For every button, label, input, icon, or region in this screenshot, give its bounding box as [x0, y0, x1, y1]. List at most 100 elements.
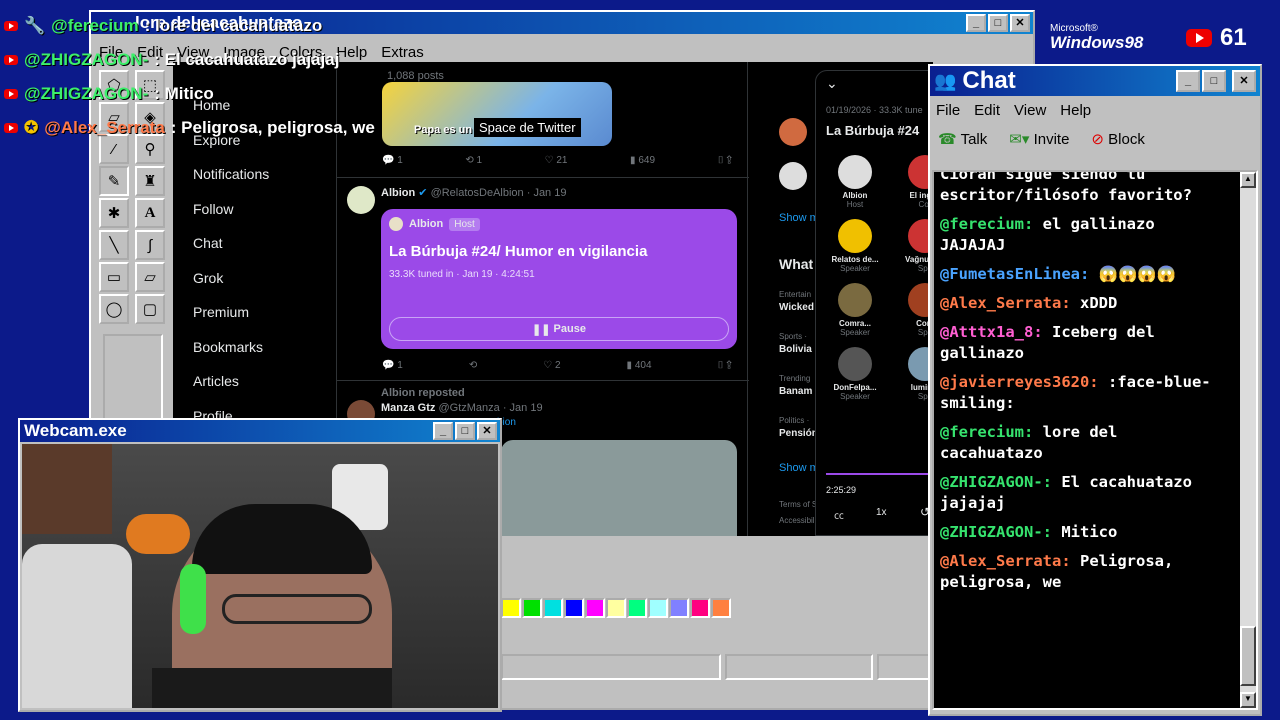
nav-grok[interactable]: Grok — [193, 261, 333, 296]
rectangle-icon[interactable]: ▭ — [99, 262, 129, 292]
minimize-button[interactable]: _ — [433, 422, 453, 440]
chat-user[interactable]: @ZHIGZAGON-: — [940, 523, 1052, 541]
chat-messages: Cioran sigue siendo tu escritor/filósofo… — [940, 172, 1228, 601]
speaker[interactable]: DonFelpa... Speaker — [820, 347, 890, 401]
speaker[interactable]: Vağnune...Spe — [890, 219, 932, 273]
chat-user[interactable]: @ZHIGZAGON-: — [940, 473, 1052, 491]
post-image[interactable]: Papa es un Space de Twitter — [382, 82, 612, 146]
line-icon[interactable]: ╲ — [99, 230, 129, 260]
rounded-rect-icon[interactable]: ▢ — [135, 294, 165, 324]
palette-color[interactable] — [648, 598, 668, 618]
nav-bookmarks[interactable]: Bookmarks — [193, 330, 333, 365]
chat-user[interactable]: @FumetasEnLinea: — [940, 265, 1089, 283]
speaker[interactable]: Com Spe — [890, 283, 932, 337]
post-image-2[interactable] — [501, 440, 737, 536]
speaker[interactable]: Albion Host — [820, 155, 890, 209]
minimize-button[interactable]: _ — [966, 14, 986, 32]
maximize-button[interactable]: □ — [455, 422, 475, 440]
menu-extras[interactable]: Extras — [381, 44, 424, 61]
chat-user[interactable]: @javierreyes3620: — [940, 373, 1099, 391]
avatar[interactable] — [347, 186, 375, 214]
scrollbar[interactable]: ▲ ▼ — [1240, 172, 1256, 708]
palette-color[interactable] — [543, 598, 563, 618]
palette-color[interactable] — [711, 598, 731, 618]
speaker[interactable]: Relatos de... Speaker — [820, 219, 890, 273]
overlay-text: : Peligrosa, peligrosa, we — [170, 118, 375, 137]
views-count-2[interactable]: ▮ 404 — [627, 360, 652, 371]
trend-name[interactable]: Pensión — [779, 428, 818, 439]
like-count[interactable]: ♡ 21 — [545, 155, 568, 166]
magnifier-icon[interactable]: ⚲ — [135, 134, 165, 164]
brush-icon[interactable]: ♜ — [135, 166, 165, 196]
palette-color[interactable] — [522, 598, 542, 618]
speed-button[interactable]: 1x — [876, 507, 887, 518]
nav-chat[interactable]: Chat — [193, 226, 333, 261]
palette-color[interactable] — [690, 598, 710, 618]
close-button[interactable]: ✕ — [1232, 70, 1256, 92]
chevron-down-icon[interactable]: ⌄ — [826, 75, 838, 92]
nav-articles[interactable]: Articles — [193, 364, 333, 399]
terms-link[interactable]: Terms of S — [779, 500, 817, 509]
pause-button[interactable]: ❚❚ Pause — [389, 317, 729, 341]
palette-color[interactable] — [606, 598, 626, 618]
chat-menu-file[interactable]: File — [936, 102, 960, 119]
menu-help[interactable]: Help — [336, 44, 367, 61]
chat-menu-view[interactable]: View — [1014, 102, 1046, 119]
curve-icon[interactable]: ∫ — [135, 230, 165, 260]
speaker[interactable]: Comra... Speaker — [820, 283, 890, 337]
talk-button[interactable]: ☎ Talk — [938, 130, 987, 148]
reply-count[interactable]: 💬 1 — [382, 155, 403, 166]
nav-premium[interactable]: Premium — [193, 295, 333, 330]
show-more-link-2[interactable]: Show m — [779, 462, 819, 474]
palette-color[interactable] — [585, 598, 605, 618]
chat-menu-edit[interactable]: Edit — [974, 102, 1000, 119]
speaker[interactable]: El ingenCo- — [890, 155, 932, 209]
nav-follow[interactable]: Follow — [193, 192, 333, 227]
ellipse-icon[interactable]: ◯ — [99, 294, 129, 324]
close-button[interactable]: ✕ — [477, 422, 497, 440]
bookmark-icon[interactable]: ⌷ ⇪ — [718, 155, 732, 166]
repost-count[interactable]: ⟲ 1 — [465, 155, 482, 166]
chat-user[interactable]: @ferecium: — [940, 423, 1033, 441]
like-count-2[interactable]: ♡ 2 — [543, 360, 560, 371]
trend-name[interactable]: Wicked — [779, 302, 814, 313]
nav-notifications[interactable]: Notifications — [193, 157, 333, 192]
minimize-button[interactable]: _ — [1176, 70, 1200, 92]
maximize-button[interactable]: □ — [1202, 70, 1226, 92]
eyedropper-icon[interactable]: ⁄ — [99, 134, 129, 164]
palette-color[interactable] — [501, 598, 521, 618]
palette-color[interactable] — [564, 598, 584, 618]
playback-progress[interactable] — [826, 473, 932, 475]
polygon-icon[interactable]: ▱ — [135, 262, 165, 292]
captions-icon[interactable]: ㏄ — [834, 507, 844, 522]
invite-button[interactable]: ✉▾ Invite — [1009, 130, 1069, 148]
chat-user[interactable]: @Alex_Serrata: — [940, 294, 1071, 312]
scroll-thumb[interactable] — [1240, 626, 1256, 686]
show-more-link[interactable]: Show m — [779, 212, 819, 224]
author-name-2[interactable]: Manza Gtz — [381, 402, 435, 414]
author-name[interactable]: Albion — [381, 187, 415, 199]
chat-menu-help[interactable]: Help — [1060, 102, 1091, 119]
accessibility-link[interactable]: Accessibil — [779, 516, 815, 525]
trend-name[interactable]: Banam — [779, 386, 812, 397]
block-button[interactable]: ⊘ Block — [1091, 130, 1144, 148]
palette-color[interactable] — [627, 598, 647, 618]
pencil-icon[interactable]: ✎ — [99, 166, 129, 196]
chat-user[interactable]: @Alex_Serrata: — [940, 552, 1071, 570]
text-icon[interactable]: A — [135, 198, 165, 228]
maximize-button[interactable]: □ — [988, 14, 1008, 32]
reply-count-2[interactable]: 💬 1 — [382, 360, 403, 371]
viewer-number: 61 — [1220, 24, 1247, 51]
share-icon[interactable]: ⌷ ⇪ — [718, 360, 732, 371]
speaker[interactable]: luminatSpe — [890, 347, 932, 401]
close-button[interactable]: ✕ — [1010, 14, 1030, 32]
chat-user[interactable]: @ferecium: — [940, 215, 1033, 233]
palette-color[interactable] — [669, 598, 689, 618]
repost-icon[interactable]: ⟲ — [469, 360, 477, 371]
trend-name[interactable]: Bolivia — [779, 344, 812, 355]
airbrush-icon[interactable]: ✱ — [99, 198, 129, 228]
chat-user[interactable]: @Atttx1a_8: — [940, 323, 1043, 341]
space-card[interactable]: Albion Host La Búrbuja #24/ Humor en vig… — [381, 209, 737, 349]
views-count[interactable]: ▮ 649 — [630, 155, 655, 166]
space-date: 01/19/2026 · 33.3K tune — [826, 105, 923, 115]
